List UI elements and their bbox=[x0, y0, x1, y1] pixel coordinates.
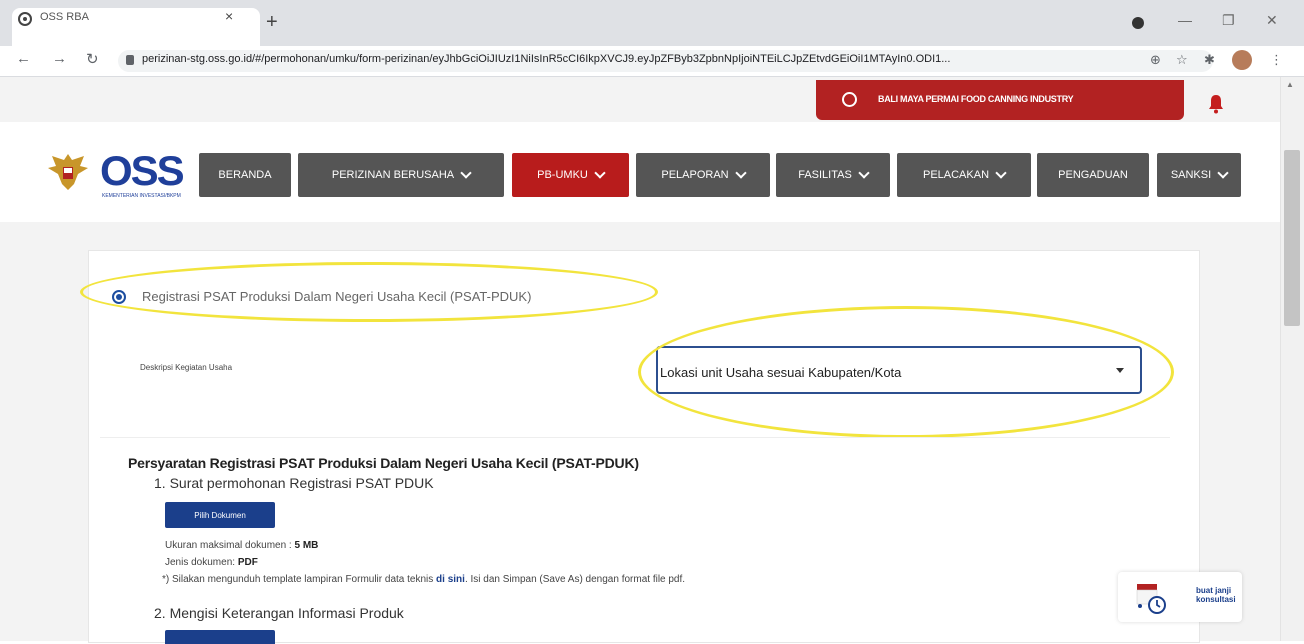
max-size-info: Ukuran maksimal dokumen : 5 MB bbox=[165, 540, 318, 551]
new-tab-button[interactable]: + bbox=[266, 12, 278, 32]
user-company-name[interactable]: BALI MAYA PERMAI FOOD CANNING INDUSTRY bbox=[878, 94, 1074, 104]
max-size-label: Ukuran maksimal dokumen : bbox=[165, 540, 295, 551]
max-size-value: 5 MB bbox=[294, 540, 319, 551]
notification-bell-icon[interactable] bbox=[1208, 94, 1224, 114]
consultation-label[interactable]: buat janji konsultasi bbox=[1196, 586, 1246, 604]
nav-pb-umku[interactable]: PB-UMKU bbox=[512, 153, 629, 197]
nav-label: PERIZINAN BERUSAHA bbox=[331, 169, 455, 181]
chevron-down-icon bbox=[995, 167, 1007, 179]
requirement-item-1: 1. Surat permohonan Registrasi PSAT PDUK bbox=[154, 475, 434, 491]
requirements-title: Persyaratan Registrasi PSAT Produksi Dal… bbox=[128, 455, 639, 471]
user-circle-icon bbox=[842, 92, 857, 107]
note-prefix: *) Silakan mengunduh template lampiran F… bbox=[162, 574, 437, 585]
lock-icon[interactable] bbox=[126, 55, 134, 65]
garuda-emblem-icon[interactable] bbox=[44, 150, 92, 194]
nav-label: PELACAKAN bbox=[922, 169, 990, 181]
bookmark-star-icon[interactable]: ☆ bbox=[1176, 52, 1188, 68]
oss-logo[interactable]: OSS bbox=[100, 150, 185, 192]
chevron-down-icon bbox=[734, 167, 747, 179]
chevron-down-icon bbox=[1217, 167, 1229, 179]
nav-label: BERANDA bbox=[218, 169, 272, 181]
nav-sanksi[interactable]: SANKSI bbox=[1157, 153, 1241, 197]
window-minimize-icon[interactable]: — bbox=[1178, 12, 1192, 28]
url-text[interactable]: perizinan-stg.oss.go.id/#/permohonan/umk… bbox=[142, 53, 1102, 65]
tab-close-button[interactable]: × bbox=[225, 8, 233, 24]
section-divider bbox=[100, 437, 1170, 438]
calendar-clock-icon[interactable] bbox=[1133, 580, 1169, 616]
browser-menu-icon[interactable]: ⋮ bbox=[1270, 52, 1283, 68]
extensions-puzzle-icon[interactable]: ✱ bbox=[1204, 52, 1215, 68]
nav-label: SANKSI bbox=[1170, 169, 1212, 181]
nav-pengaduan[interactable]: PENGADUAN bbox=[1037, 153, 1149, 197]
install-app-icon[interactable]: ⊕ bbox=[1150, 52, 1161, 68]
choose-document-label: Pilih Dokumen bbox=[194, 510, 246, 520]
doc-type-info: Jenis dokumen: PDF bbox=[165, 557, 258, 568]
forward-arrow-icon[interactable]: → bbox=[52, 50, 67, 67]
deskripsi-kegiatan-label: Deskripsi Kegiatan Usaha bbox=[140, 363, 233, 372]
nav-label: FASILITAS bbox=[798, 169, 852, 181]
chrome-avatar[interactable] bbox=[1232, 50, 1252, 70]
highlight-oval-radio bbox=[80, 262, 658, 322]
nav-label: PENGADUAN bbox=[1058, 169, 1128, 181]
doc-type-label: Jenis dokumen: bbox=[165, 557, 238, 568]
nav-fasilitas[interactable]: FASILITAS bbox=[776, 153, 890, 197]
tab-title: OSS RBA bbox=[40, 11, 89, 23]
back-arrow-icon[interactable]: ← bbox=[16, 50, 31, 67]
nav-label: PB-UMKU bbox=[537, 169, 588, 181]
note-suffix: . Isi dan Simpan (Save As) dengan format… bbox=[464, 574, 686, 585]
chevron-down-icon bbox=[460, 167, 472, 179]
chevron-down-icon bbox=[594, 167, 606, 179]
window-restore-icon[interactable]: ❐ bbox=[1222, 12, 1235, 29]
scroll-up-icon[interactable]: ▲ bbox=[1286, 80, 1294, 89]
nav-label: PELAPORAN bbox=[661, 169, 729, 181]
scrollbar-thumb[interactable] bbox=[1284, 150, 1300, 326]
chevron-down-icon bbox=[858, 167, 870, 179]
highlight-oval-select bbox=[638, 306, 1174, 438]
tab-favicon-icon bbox=[18, 12, 32, 26]
nav-pelacakan[interactable]: PELACAKAN bbox=[897, 153, 1031, 197]
template-note: *) Silakan mengunduh template lampiran F… bbox=[162, 574, 685, 585]
window-close-icon[interactable]: ✕ bbox=[1266, 12, 1278, 29]
nav-beranda[interactable]: BERANDA bbox=[199, 153, 291, 197]
reload-icon[interactable]: ↻ bbox=[86, 50, 99, 68]
choose-document-button-2[interactable] bbox=[165, 630, 275, 644]
choose-document-button[interactable]: Pilih Dokumen bbox=[165, 502, 275, 528]
nav-perizinan-berusaha[interactable]: PERIZINAN BERUSAHA bbox=[298, 153, 504, 197]
doc-type-value: PDF bbox=[237, 557, 258, 568]
browser-profile-icon[interactable] bbox=[1132, 17, 1144, 29]
requirement-item-2: 2. Mengisi Keterangan Informasi Produk bbox=[154, 605, 404, 621]
nav-pelaporan[interactable]: PELAPORAN bbox=[636, 153, 770, 197]
oss-logo-subtitle: KEMENTERIAN INVESTASI/BKPM bbox=[102, 193, 181, 199]
template-download-link[interactable]: di sini bbox=[436, 574, 465, 585]
